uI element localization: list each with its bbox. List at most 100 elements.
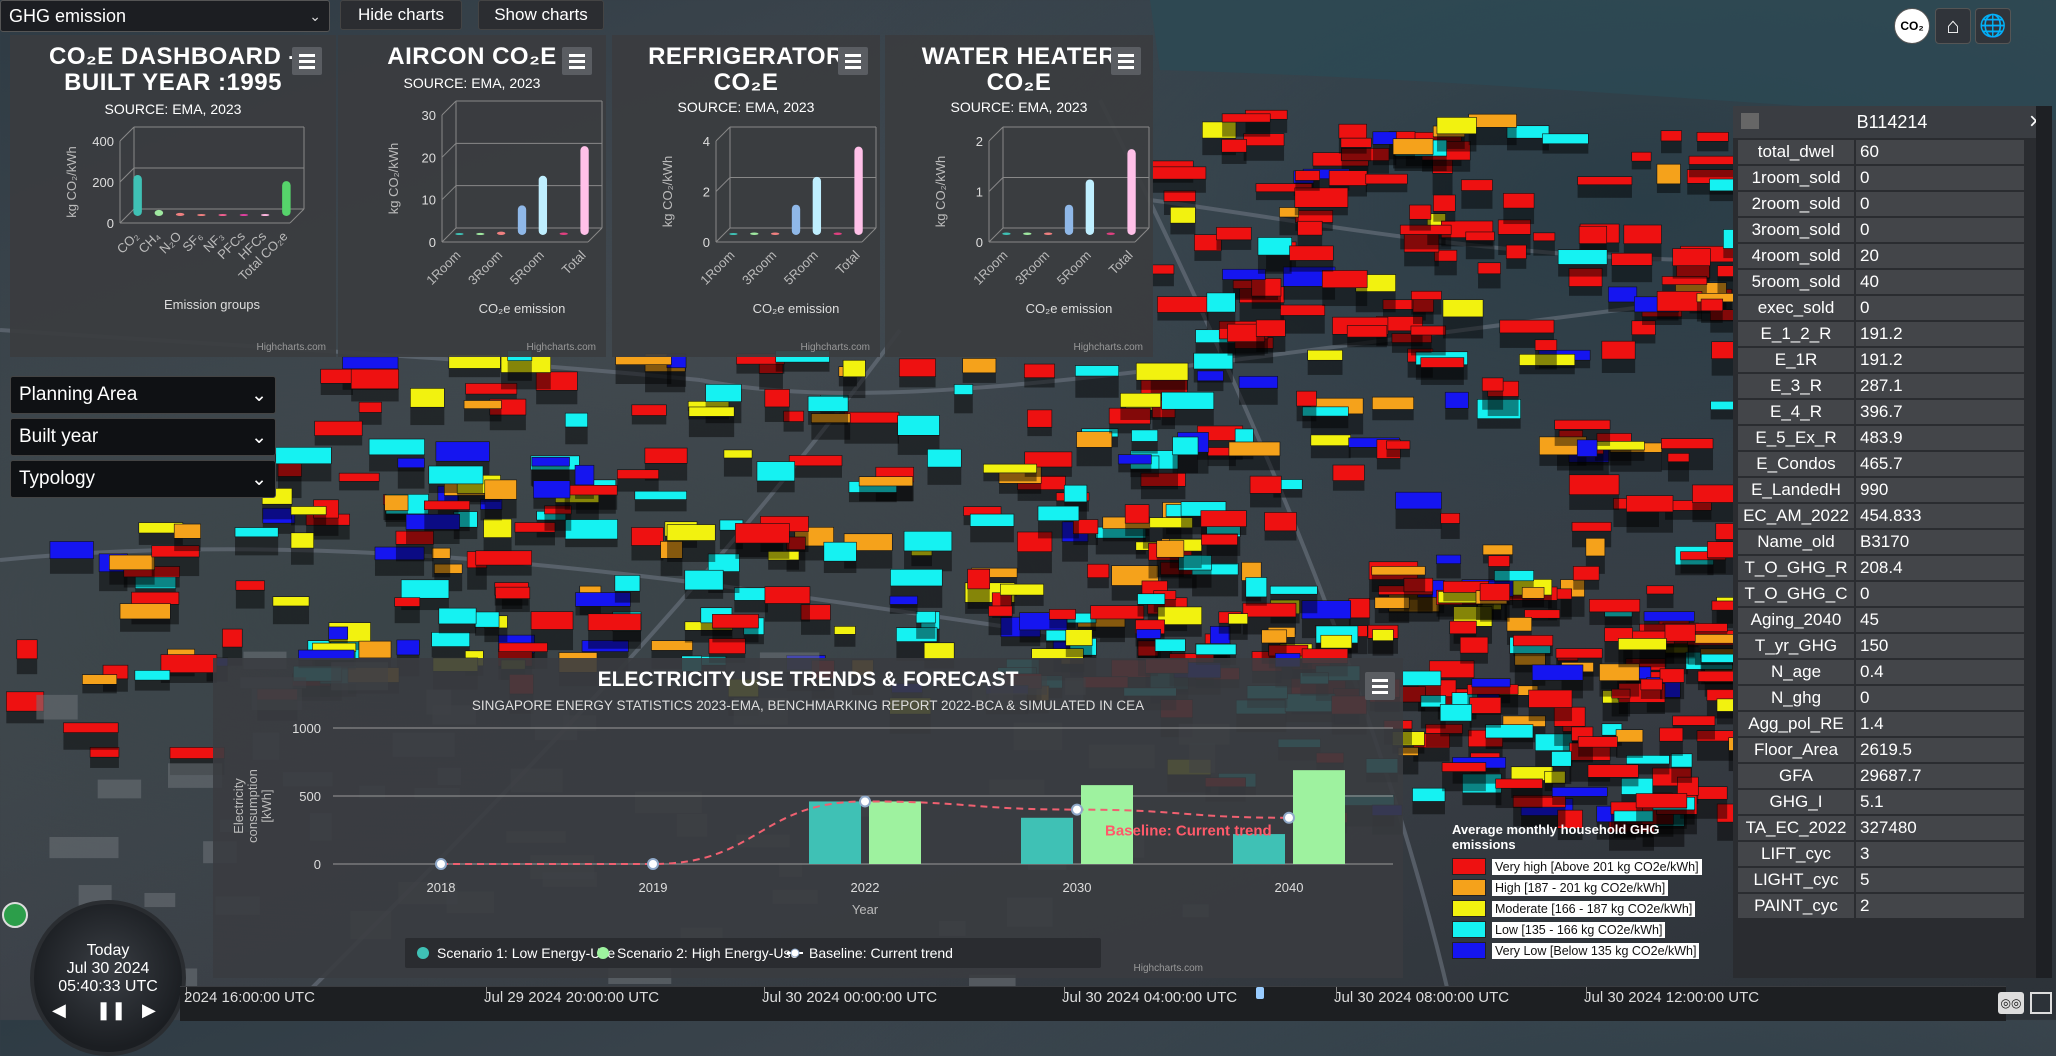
table-row: T_O_GHG_R 208.4 bbox=[1738, 556, 2024, 580]
table-row: LIFT_cyc 3 bbox=[1738, 842, 2024, 866]
bar bbox=[791, 204, 801, 235]
chevron-down-icon: ⌄ bbox=[251, 384, 267, 406]
legend-swatch bbox=[1452, 858, 1486, 875]
bar bbox=[580, 146, 589, 235]
clock-time: 05:40:33 UTC bbox=[58, 978, 158, 995]
hide-charts-button[interactable]: Hide charts bbox=[340, 0, 462, 30]
bar bbox=[175, 212, 185, 216]
table-row: E_3_R 287.1 bbox=[1738, 374, 2024, 398]
attribute-value: 191.2 bbox=[1856, 348, 2024, 372]
table-row: TA_EC_2022 327480 bbox=[1738, 816, 2024, 840]
fullscreen-icon[interactable] bbox=[2030, 992, 2052, 1014]
x-tick-label: Total bbox=[1106, 247, 1136, 277]
layer-select[interactable]: GHG emission ⌄ bbox=[0, 0, 330, 32]
bar bbox=[854, 146, 863, 235]
attribute-name: TA_EC_2022 bbox=[1738, 816, 1854, 840]
bar bbox=[1127, 149, 1136, 235]
attribute-name: E_4_R bbox=[1738, 400, 1854, 424]
attribute-name: Name_old bbox=[1738, 530, 1854, 554]
baseline-point bbox=[435, 858, 447, 870]
table-row: E_5_Ex_R 483.9 bbox=[1738, 426, 2024, 450]
bar bbox=[538, 175, 548, 235]
ghg-legend: Average monthly household GHG emissions … bbox=[1452, 822, 1724, 978]
y-tick-label: 2 bbox=[703, 185, 710, 200]
co2e-dashboard-panel: CO₂E DASHBOARD - BUILT YEAR :1995 SOURCE… bbox=[10, 35, 336, 357]
table-row: E_Condos 465.7 bbox=[1738, 452, 2024, 476]
globe-icon[interactable]: 🌐 bbox=[1975, 8, 2011, 44]
legend-swatch bbox=[1452, 900, 1486, 917]
bar bbox=[1293, 770, 1345, 864]
x-tick-label: 5Room bbox=[1054, 248, 1094, 288]
y-tick-label: 4 bbox=[703, 134, 710, 149]
show-charts-button[interactable]: Show charts bbox=[478, 0, 604, 30]
attribute-name: 1room_sold bbox=[1738, 166, 1854, 190]
attribute-name: T_O_GHG_R bbox=[1738, 556, 1854, 580]
attribute-value: 1.4 bbox=[1856, 712, 2024, 736]
co2-icon[interactable]: CO₂ bbox=[1894, 8, 1930, 44]
attribute-name: exec_sold bbox=[1738, 296, 1854, 320]
timeline-bar[interactable]: 2024 16:00:00 UTC Jul 29 2024 20:00:00 UT… bbox=[180, 986, 2006, 1021]
attribute-name: N_ghg bbox=[1738, 686, 1854, 710]
x-tick-label: 1Room bbox=[423, 248, 463, 288]
x-tick-label: 2018 bbox=[427, 880, 456, 895]
table-row: Floor_Area 2619.5 bbox=[1738, 738, 2024, 762]
aircon-panel: AIRCON CO₂E SOURCE: EMA, 2023 0 10 20 30 1Ro… bbox=[338, 35, 606, 357]
legend-swatch bbox=[1452, 942, 1486, 959]
water-heater-panel: WATER HEATER CO₂E SOURCE: EMA, 2023 0121… bbox=[885, 35, 1153, 357]
table-row: E_4_R 396.7 bbox=[1738, 400, 2024, 424]
layer-select-value: GHG emission bbox=[9, 5, 127, 26]
x-axis-title: CO₂e emission bbox=[1026, 301, 1113, 316]
attribute-name: Aging_2040 bbox=[1738, 608, 1854, 632]
table-row: N_age 0.4 bbox=[1738, 660, 2024, 684]
legend-label: Scenario 2: High Energy-Use bbox=[617, 945, 799, 961]
play-icon[interactable]: ▶ bbox=[142, 1000, 156, 1021]
pause-icon[interactable]: ❚❚ bbox=[96, 1000, 126, 1021]
bar bbox=[282, 181, 291, 216]
legend-label: Very Low [Below 135 kg CO2e/kWh] bbox=[1492, 942, 1700, 959]
typology-select[interactable]: Typology ⌄ bbox=[10, 460, 276, 498]
animation-toggle-icon[interactable] bbox=[2, 902, 28, 928]
timeline-tick-label: Jul 30 2024 12:00:00 UTC bbox=[1584, 989, 1760, 1006]
table-row: exec_sold 0 bbox=[1738, 296, 2024, 320]
legend-label: Scenario 1: Low Energy-Use bbox=[437, 945, 615, 961]
menu-icon[interactable] bbox=[1365, 672, 1395, 700]
bar bbox=[133, 175, 142, 216]
timeline-tick-label: Jul 29 2024 20:00:00 UTC bbox=[484, 989, 660, 1006]
attribute-value: 0 bbox=[1856, 296, 2024, 320]
timeline-tick-label: Jul 30 2024 04:00:00 UTC bbox=[1062, 989, 1238, 1006]
x-tick-label: 1Room bbox=[970, 248, 1010, 288]
y-axis-title: kg CO₂/kWh bbox=[386, 143, 401, 215]
gridline bbox=[441, 227, 457, 243]
table-row: GHG_I 5.1 bbox=[1738, 790, 2024, 814]
bar bbox=[154, 209, 164, 216]
y-tick-label: 2 bbox=[976, 134, 983, 149]
timeline-current-marker[interactable] bbox=[1256, 987, 1264, 999]
y-axis-title: [kWh] bbox=[259, 789, 274, 822]
y-axis-title: kg CO₂/kWh bbox=[64, 146, 79, 218]
y-tick-label: 20 bbox=[422, 150, 436, 165]
attribute-name: EC_AM_2022 bbox=[1738, 504, 1854, 528]
built-year-select[interactable]: Built year ⌄ bbox=[10, 418, 276, 456]
filter-label: Built year bbox=[19, 426, 99, 447]
legend-swatch bbox=[1452, 879, 1486, 896]
dock-icon[interactable] bbox=[1741, 113, 1759, 129]
attribute-value: 29687.7 bbox=[1856, 764, 2024, 788]
y-tick-label: 0 bbox=[976, 235, 983, 250]
x-tick-label: Total bbox=[833, 247, 863, 277]
attribute-value: 454.833 bbox=[1856, 504, 2024, 528]
table-row: 3room_sold 0 bbox=[1738, 218, 2024, 242]
attribute-name: GFA bbox=[1738, 764, 1854, 788]
bar bbox=[809, 801, 861, 864]
home-icon[interactable]: ⌂ bbox=[1935, 8, 1971, 44]
vr-icon[interactable]: ◎◎ bbox=[1998, 992, 2024, 1014]
planning-area-select[interactable]: Planning Area ⌄ bbox=[10, 376, 276, 414]
attribute-name: E_1_2_R bbox=[1738, 322, 1854, 346]
bar bbox=[750, 232, 759, 235]
attribute-name: Floor_Area bbox=[1738, 738, 1854, 762]
axis-line bbox=[289, 208, 305, 224]
play-reverse-icon[interactable]: ◀ bbox=[52, 1000, 66, 1021]
timeline-tick-label: Jul 30 2024 08:00:00 UTC bbox=[1334, 989, 1510, 1006]
scrollbar[interactable] bbox=[2036, 106, 2052, 978]
attribute-value: 0 bbox=[1856, 218, 2024, 242]
table-row: E_LandedH 990 bbox=[1738, 478, 2024, 502]
